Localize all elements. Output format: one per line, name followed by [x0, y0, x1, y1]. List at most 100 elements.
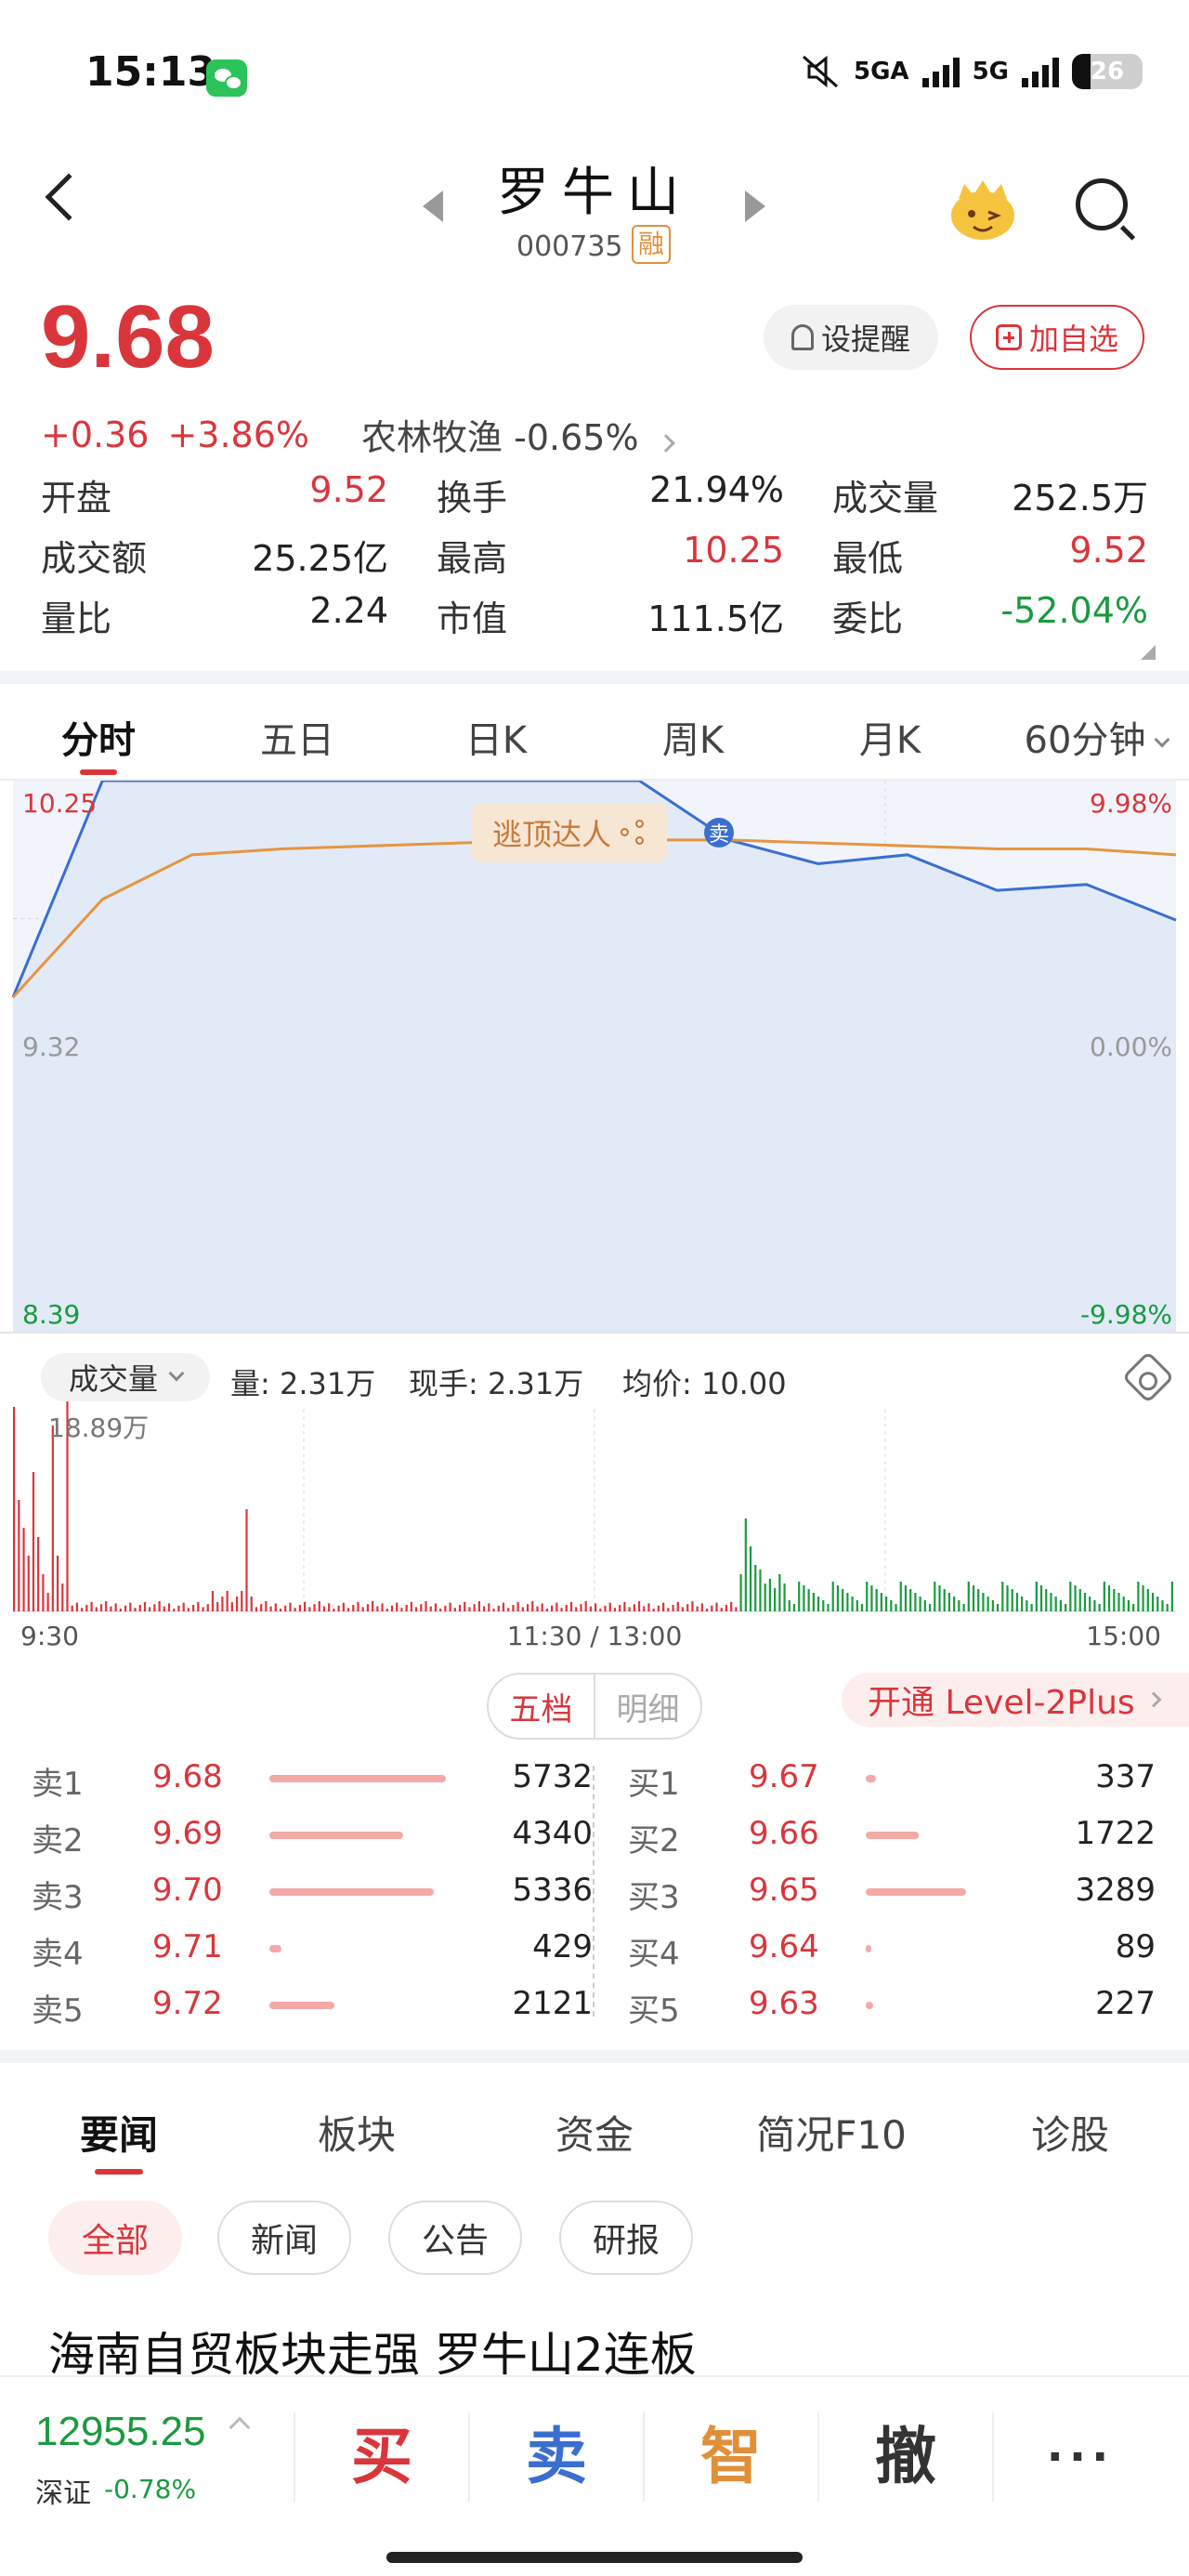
sell-level-row[interactable]: 卖4 9.71 429 — [32, 1919, 608, 1976]
tab-five-day[interactable]: 五日 — [214, 710, 381, 764]
volume-bar — [177, 1605, 180, 1611]
tab-daily-k[interactable]: 日K — [412, 710, 580, 764]
detail-tab[interactable]: 明细 — [595, 1675, 700, 1738]
chip-news[interactable]: 新闻 — [217, 2201, 351, 2275]
volume-bar — [308, 1607, 311, 1611]
more-icon[interactable]: ··· — [992, 2412, 1167, 2502]
volume-bar — [221, 1597, 224, 1611]
sell-side: 卖1 9.68 5732 卖2 9.69 4340 卖3 9.70 5336 卖4 9.71 429 卖… — [32, 1749, 608, 2032]
time-end-label: 15:00 — [1086, 1621, 1161, 1651]
volume-bar — [705, 1609, 709, 1611]
back-icon[interactable] — [45, 173, 93, 221]
volume-bar — [604, 1605, 607, 1611]
stat-value: -52.04% — [1000, 590, 1148, 631]
price-change-row: +0.36 +3.86% 农林牧渔 -0.65% — [41, 409, 675, 460]
volume-bar — [599, 1609, 602, 1611]
buy-level-row[interactable]: 买4 9.64 89 — [628, 1919, 1170, 1976]
stat-cell: 委比 -52.04% — [832, 590, 1148, 641]
volume-bar — [676, 1601, 679, 1611]
volume-bar — [575, 1607, 578, 1611]
volume-bar — [99, 1604, 103, 1611]
stat-label: 换手 — [437, 478, 508, 519]
chip-announcement[interactable]: 公告 — [388, 2201, 522, 2275]
sell-level-row[interactable]: 卖1 9.68 5732 — [32, 1749, 608, 1806]
mascot-icon[interactable] — [946, 175, 1020, 242]
prev-stock-icon[interactable] — [423, 191, 443, 222]
volume-bar — [541, 1603, 543, 1611]
sell-level-row[interactable]: 卖2 9.69 4340 — [32, 1806, 608, 1862]
tab-profile-f10[interactable]: 简况F10 — [743, 2104, 920, 2161]
tab-sector[interactable]: 板块 — [282, 2104, 431, 2161]
sell-level-row[interactable]: 卖3 9.70 5336 — [32, 1862, 608, 1919]
next-stock-icon[interactable] — [745, 191, 765, 222]
tab-news-highlights[interactable]: 要闻 — [45, 2104, 193, 2161]
set-alert-button[interactable]: 设提醒 — [764, 305, 938, 370]
tab-monthly-k[interactable]: 月K — [806, 710, 973, 764]
volume-bar — [565, 1605, 568, 1611]
tab-weekly-k[interactable]: 周K — [609, 710, 777, 764]
volume-bar — [1015, 1593, 1019, 1611]
volume-bar — [235, 1597, 239, 1611]
sell-marker-label: 卖 — [709, 823, 729, 847]
buy-level-row[interactable]: 买1 9.67 337 — [628, 1749, 1170, 1806]
section-divider — [0, 2050, 1189, 2063]
volume-max-label: 18.89万 — [48, 1413, 149, 1443]
volume-bar — [405, 1605, 408, 1611]
tab-diagnosis[interactable]: 诊股 — [996, 2104, 1144, 2161]
volume-bar — [991, 1600, 994, 1611]
stat-value: 252.5万 — [1012, 478, 1148, 519]
sell-level-price: 9.72 — [152, 1985, 223, 2022]
volume-bar — [255, 1607, 258, 1611]
volume-bar — [1127, 1600, 1130, 1611]
buy-level-row[interactable]: 买2 9.66 1722 — [628, 1806, 1170, 1862]
plus-icon — [995, 324, 1022, 350]
sell-volume-bar — [269, 1945, 282, 1952]
sell-level-qty: 2121 — [512, 1985, 593, 2022]
level2-banner[interactable]: 开通 Level-2Plus — [842, 1673, 1189, 1727]
tab-funds[interactable]: 资金 — [520, 2104, 669, 2161]
settings-icon[interactable] — [1121, 1350, 1175, 1404]
tab-intraday[interactable]: 分时 — [15, 710, 182, 764]
volume-bar — [1045, 1589, 1048, 1611]
cancel-order-button[interactable]: 撤 — [817, 2412, 992, 2502]
volume-bar — [831, 1582, 834, 1611]
sell-level-row[interactable]: 卖5 9.72 2121 — [32, 1976, 608, 2032]
volume-bar — [376, 1606, 379, 1611]
volume-grid — [13, 1409, 1176, 1612]
sector-change: -0.65% — [514, 417, 639, 458]
tab-60-minute[interactable]: 60分钟 — [1003, 710, 1189, 764]
expand-corner-icon[interactable] — [1141, 645, 1156, 660]
volume-bar — [502, 1602, 505, 1611]
chip-research[interactable]: 研报 — [559, 2201, 693, 2275]
volume-bar — [56, 1556, 59, 1611]
intraday-chart[interactable]: 卖 10.25 9.32 8.39 9.98% 0.00% -9.98% 18.… — [0, 781, 1189, 1710]
volume-bar — [37, 1537, 40, 1611]
buy-level-row[interactable]: 买5 9.63 227 — [628, 1976, 1170, 2032]
sector-link[interactable]: 农林牧渔 -0.65% — [361, 409, 675, 460]
volume-bar — [899, 1582, 902, 1611]
buy-level-row[interactable]: 买3 9.65 3289 — [628, 1862, 1170, 1919]
sell-button[interactable]: 卖 — [468, 2412, 643, 2502]
search-icon[interactable] — [1076, 178, 1128, 230]
chip-all[interactable]: 全部 — [48, 2201, 182, 2275]
sell-level-label: 卖1 — [32, 1766, 84, 1803]
volume-bar — [1006, 1585, 1009, 1611]
volume-bar — [803, 1585, 805, 1611]
volume-bar — [1050, 1593, 1052, 1611]
add-watchlist-button[interactable]: 加自选 — [970, 305, 1144, 370]
volume-bar — [551, 1605, 554, 1611]
escape-top-tag[interactable]: 逃顶达人 — [472, 803, 667, 862]
volume-bar — [836, 1585, 840, 1611]
sell-marker[interactable]: 卖 — [704, 818, 734, 848]
volume-selector[interactable]: 成交量 — [41, 1353, 211, 1401]
buy-level-label: 买2 — [628, 1822, 680, 1860]
volume-bar — [429, 1606, 432, 1611]
five-level-tab[interactable]: 五档 — [489, 1675, 595, 1738]
volume-bar — [962, 1604, 965, 1611]
smart-button[interactable]: 智 — [643, 2412, 817, 2502]
stat-cell: 最低 9.52 — [832, 530, 1148, 581]
buy-button[interactable]: 买 — [294, 2412, 468, 2502]
volume-bar — [420, 1604, 423, 1611]
volume-bar — [1030, 1604, 1033, 1611]
stat-label: 最高 — [437, 538, 508, 579]
